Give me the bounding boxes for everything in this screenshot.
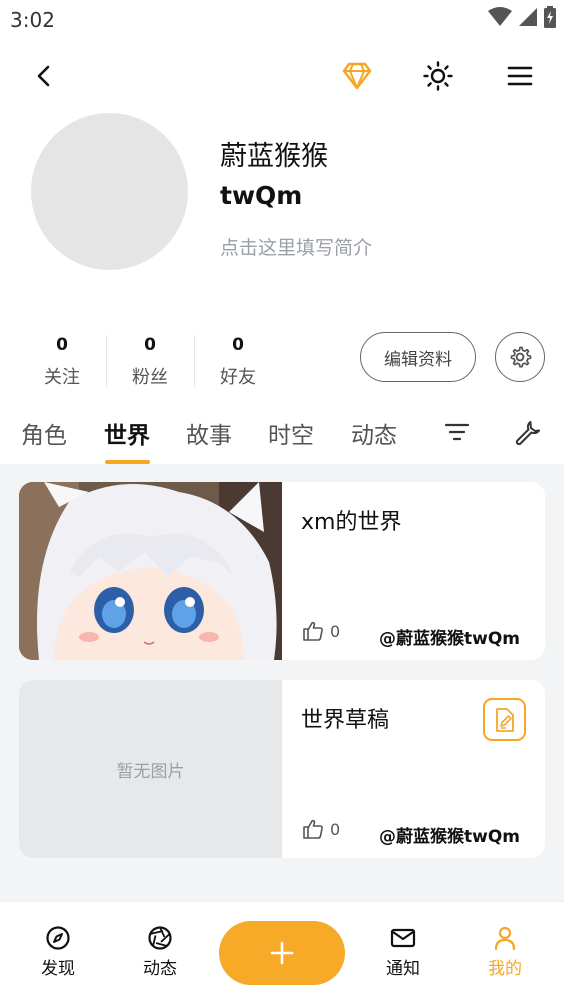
edit-draft-button[interactable] xyxy=(483,698,526,741)
status-time: 3:02 xyxy=(10,8,55,32)
status-bar: 3:02 xyxy=(0,0,564,40)
content-tabs: 角色 世界 故事 时空 动态 xyxy=(0,402,564,464)
nav-me[interactable]: 我的 xyxy=(475,924,535,979)
tab-stories[interactable]: 故事 xyxy=(186,416,232,450)
edit-document-icon xyxy=(495,707,514,732)
thumbs-up-icon xyxy=(303,819,323,839)
aperture-icon xyxy=(148,926,172,950)
filter-icon xyxy=(444,423,470,441)
tab-activity[interactable]: 动态 xyxy=(351,416,397,450)
thumbs-up-icon xyxy=(303,621,323,641)
filter-button[interactable] xyxy=(443,418,471,446)
person-icon xyxy=(494,926,516,951)
back-button[interactable] xyxy=(26,58,62,94)
plus-icon xyxy=(270,941,294,965)
world-title: xm的世界 xyxy=(301,510,402,535)
stat-count: 0 xyxy=(232,335,244,355)
world-title: 世界草稿 xyxy=(301,708,390,733)
nav-label: 通知 xyxy=(386,959,420,979)
like-button[interactable]: 0 xyxy=(302,620,340,642)
world-cover-placeholder: 暂无图片 xyxy=(19,680,282,858)
world-card[interactable]: 暂无图片 世界草稿 0 @蔚蓝猴猴twQm xyxy=(19,680,545,858)
theme-toggle-button[interactable] xyxy=(420,58,456,94)
tab-characters[interactable]: 角色 xyxy=(21,416,67,450)
create-button[interactable] xyxy=(219,921,345,985)
stat-followers[interactable]: 0 粉丝 xyxy=(106,333,194,389)
nav-label: 我的 xyxy=(488,959,522,979)
tab-worlds[interactable]: 世界 xyxy=(104,416,150,450)
menu-button[interactable] xyxy=(502,58,538,94)
brightness-icon xyxy=(423,61,453,91)
nav-label: 动态 xyxy=(143,959,177,979)
stat-label: 关注 xyxy=(44,367,80,388)
menu-icon xyxy=(507,66,533,86)
status-icons xyxy=(488,6,556,28)
avatar[interactable] xyxy=(31,113,188,270)
profile-stats: 0 关注 0 粉丝 0 好友 xyxy=(18,333,282,389)
world-cover-image xyxy=(19,482,282,660)
back-arrow-icon xyxy=(37,65,50,87)
nav-discover[interactable]: 发现 xyxy=(28,924,88,979)
stat-count: 0 xyxy=(144,335,156,355)
mail-icon xyxy=(390,928,416,948)
no-image-text: 暂无图片 xyxy=(116,761,185,782)
stat-following[interactable]: 0 关注 xyxy=(18,333,106,389)
bottom-nav: 发现 动态 通知 我的 xyxy=(0,901,564,1002)
bio-placeholder[interactable]: 点击这里填写简介 xyxy=(220,233,372,260)
stat-label: 粉丝 xyxy=(132,367,168,388)
world-author[interactable]: @蔚蓝猴猴twQm xyxy=(379,624,520,649)
wifi-icon xyxy=(488,7,512,26)
display-name: 蔚蓝猴猴 xyxy=(220,141,328,172)
world-list: xm的世界 0 @蔚蓝猴猴twQm 暂无图片 世界草稿 0 @蔚蓝猴猴twQm xyxy=(0,464,564,901)
like-count: 0 xyxy=(330,621,341,641)
top-bar xyxy=(0,50,564,102)
nav-activity[interactable]: 动态 xyxy=(130,924,190,979)
battery-icon xyxy=(544,6,556,28)
tools-button[interactable] xyxy=(513,418,541,446)
nav-label: 发现 xyxy=(41,959,75,979)
world-card[interactable]: xm的世界 0 @蔚蓝猴猴twQm xyxy=(19,482,545,660)
nav-notifications[interactable]: 通知 xyxy=(373,924,433,979)
gear-icon xyxy=(510,346,532,368)
like-button[interactable]: 0 xyxy=(302,818,340,840)
tab-spacetime[interactable]: 时空 xyxy=(268,416,314,450)
world-author[interactable]: @蔚蓝猴猴twQm xyxy=(379,822,520,847)
stat-count: 0 xyxy=(56,335,68,355)
edit-profile-button[interactable]: 编辑资料 xyxy=(360,332,476,382)
like-count: 0 xyxy=(330,819,341,839)
settings-button[interactable] xyxy=(495,332,545,382)
diamond-icon xyxy=(342,62,372,90)
vip-button[interactable] xyxy=(339,58,375,94)
signal-icon xyxy=(519,8,537,26)
stat-friends[interactable]: 0 好友 xyxy=(194,333,282,389)
stat-label: 好友 xyxy=(220,367,256,388)
compass-icon xyxy=(46,926,70,950)
wrench-icon xyxy=(515,421,540,445)
username: twQm xyxy=(220,181,303,210)
